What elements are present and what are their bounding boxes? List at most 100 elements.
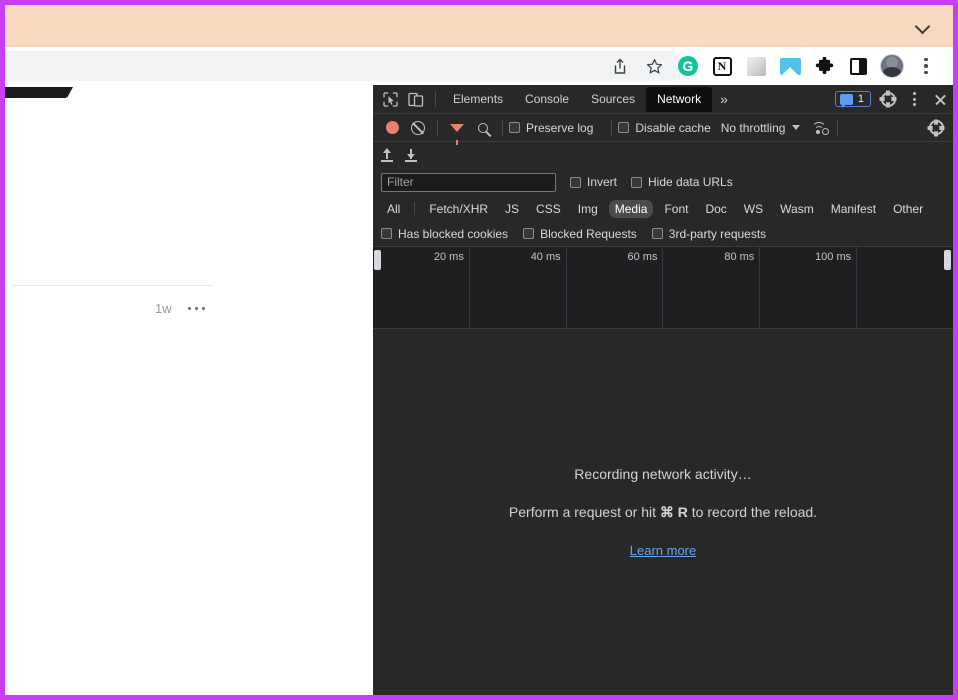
type-filter-media[interactable]: Media xyxy=(608,199,654,218)
issues-count: 1 xyxy=(857,93,864,105)
screenshot-extension-icon[interactable] xyxy=(773,51,807,81)
search-button[interactable] xyxy=(470,116,496,140)
recording-status-text: Recording network activity… xyxy=(574,466,752,482)
disable-cache-label: Disable cache xyxy=(635,120,711,135)
devtools-tabbar: Elements Console Sources Network » 1 xyxy=(373,85,953,114)
devtools-settings-gear-icon[interactable] xyxy=(875,87,901,111)
funnel-icon xyxy=(450,123,464,145)
record-hint-text: Perform a request or hit ⌘ R to record t… xyxy=(509,504,817,521)
gear-glyph xyxy=(880,91,896,107)
record-hint-post: to record the reload. xyxy=(687,504,818,520)
type-filter-fetch-xhr[interactable]: Fetch/XHR xyxy=(423,200,494,218)
network-toolbar: Preserve log Disable cache No throttling xyxy=(373,114,953,145)
page-dark-tab-shape xyxy=(5,87,73,98)
network-overview-timeline[interactable]: 20 ms 40 ms 60 ms 80 ms 100 ms xyxy=(373,247,953,329)
hide-data-urls-checkbox[interactable]: Hide data URLs xyxy=(631,175,733,189)
record-button[interactable] xyxy=(379,116,405,140)
page-divider xyxy=(13,285,213,286)
devtools-more-options-icon[interactable] xyxy=(901,87,927,111)
type-filter-other[interactable]: Other xyxy=(887,200,929,218)
har-io-row xyxy=(373,142,953,168)
more-tabs-icon[interactable]: » xyxy=(712,91,736,107)
chrome-menu-icon[interactable] xyxy=(909,51,943,81)
device-toolbar-icon[interactable] xyxy=(403,87,429,111)
profile-avatar[interactable] xyxy=(875,51,909,81)
toolbar-separator-2 xyxy=(502,119,503,136)
tab-network[interactable]: Network xyxy=(646,86,713,112)
type-filter-separator xyxy=(414,202,416,215)
throttling-dropdown-icon[interactable] xyxy=(785,116,807,140)
notion-extension-icon[interactable]: N xyxy=(705,51,739,81)
learn-more-link[interactable]: Learn more xyxy=(630,543,696,558)
screen-root: G N 1w Elements Console Sources Network … xyxy=(0,0,958,700)
import-har-icon[interactable] xyxy=(405,148,417,162)
throttling-value[interactable]: No throttling xyxy=(721,121,786,135)
third-party-requests-checkbox[interactable]: 3rd-party requests xyxy=(651,227,766,241)
filter-toggle-button[interactable] xyxy=(444,116,470,145)
checkbox-box xyxy=(631,176,643,188)
preserve-log-checkbox[interactable]: Preserve log xyxy=(509,121,593,135)
share-icon[interactable] xyxy=(603,51,637,81)
grayscale-extension-icon[interactable] xyxy=(739,51,773,81)
export-har-icon[interactable] xyxy=(381,148,393,162)
omnibox-pill[interactable] xyxy=(5,51,685,81)
disable-cache-checkbox[interactable]: Disable cache xyxy=(618,120,711,135)
type-filter-ws[interactable]: WS xyxy=(738,200,769,218)
network-conditions-button[interactable] xyxy=(807,116,831,140)
overview-right-handle[interactable] xyxy=(944,250,951,270)
type-filter-js[interactable]: JS xyxy=(499,200,525,218)
post-meta-row: 1w xyxy=(155,301,206,316)
type-filter-doc[interactable]: Doc xyxy=(699,200,732,218)
side-panel-icon[interactable] xyxy=(841,51,875,81)
clear-button[interactable] xyxy=(405,116,431,140)
chevron-down-icon[interactable] xyxy=(915,18,931,34)
overview-cell: 80 ms xyxy=(663,247,761,328)
search-icon xyxy=(478,122,488,133)
type-filter-wasm[interactable]: Wasm xyxy=(774,200,820,218)
extensions-puzzle-icon[interactable] xyxy=(807,51,841,81)
has-blocked-cookies-label: Has blocked cookies xyxy=(398,226,509,241)
kebab-glyph xyxy=(924,57,928,75)
tabbar-separator xyxy=(435,91,436,107)
post-more-menu-icon[interactable] xyxy=(187,306,206,311)
type-filter-font[interactable]: Font xyxy=(658,200,694,218)
tab-console[interactable]: Console xyxy=(514,87,580,112)
record-hint-pre: Perform a request or hit xyxy=(508,504,660,520)
timeline-tick-label: 100 ms xyxy=(815,251,852,263)
filter-row: Invert Hide data URLs xyxy=(373,168,953,196)
type-filter-img[interactable]: Img xyxy=(572,200,604,218)
toolbar-separator-1 xyxy=(437,119,438,136)
overview-cell: 20 ms xyxy=(373,247,470,328)
issues-badge[interactable]: 1 xyxy=(834,91,871,108)
invert-checkbox[interactable]: Invert xyxy=(570,175,617,189)
clear-icon xyxy=(411,120,425,135)
grammarly-extension-icon[interactable]: G xyxy=(671,51,705,81)
overview-left-handle[interactable] xyxy=(374,250,381,270)
checkbox-box xyxy=(523,228,535,239)
inspect-element-icon[interactable] xyxy=(377,87,403,111)
tab-elements[interactable]: Elements xyxy=(442,87,514,112)
network-empty-state: Recording network activity… Perform a re… xyxy=(373,329,953,695)
toolbar-icon-group: G N xyxy=(603,51,953,81)
overview-cell: 40 ms xyxy=(470,247,567,328)
devtools-close-icon[interactable] xyxy=(927,87,953,111)
post-timestamp: 1w xyxy=(155,301,172,316)
has-blocked-cookies-checkbox[interactable]: Has blocked cookies xyxy=(381,227,508,241)
overview-cell xyxy=(857,247,953,328)
hide-data-urls-label: Hide data URLs xyxy=(648,175,733,189)
timeline-tick-label: 80 ms xyxy=(724,251,755,263)
timeline-tick-label: 60 ms xyxy=(627,251,658,263)
kebab-vertical-glyph xyxy=(912,92,916,106)
overview-cell: 100 ms xyxy=(760,247,858,328)
type-filter-manifest[interactable]: Manifest xyxy=(825,200,882,218)
type-filter-css[interactable]: CSS xyxy=(530,200,567,218)
checkbox-box xyxy=(509,122,520,133)
blocked-requests-checkbox[interactable]: Blocked Requests xyxy=(523,227,637,241)
overview-grid: 20 ms 40 ms 60 ms 80 ms 100 ms xyxy=(373,247,953,328)
type-filter-all[interactable]: All xyxy=(381,200,406,218)
tab-sources[interactable]: Sources xyxy=(580,87,646,112)
bookmark-star-icon[interactable] xyxy=(637,51,671,81)
filter-input[interactable] xyxy=(381,172,556,192)
network-settings-gear-icon[interactable] xyxy=(923,116,949,140)
blocked-filters-row: Has blocked cookies Blocked Requests 3rd… xyxy=(373,221,953,247)
